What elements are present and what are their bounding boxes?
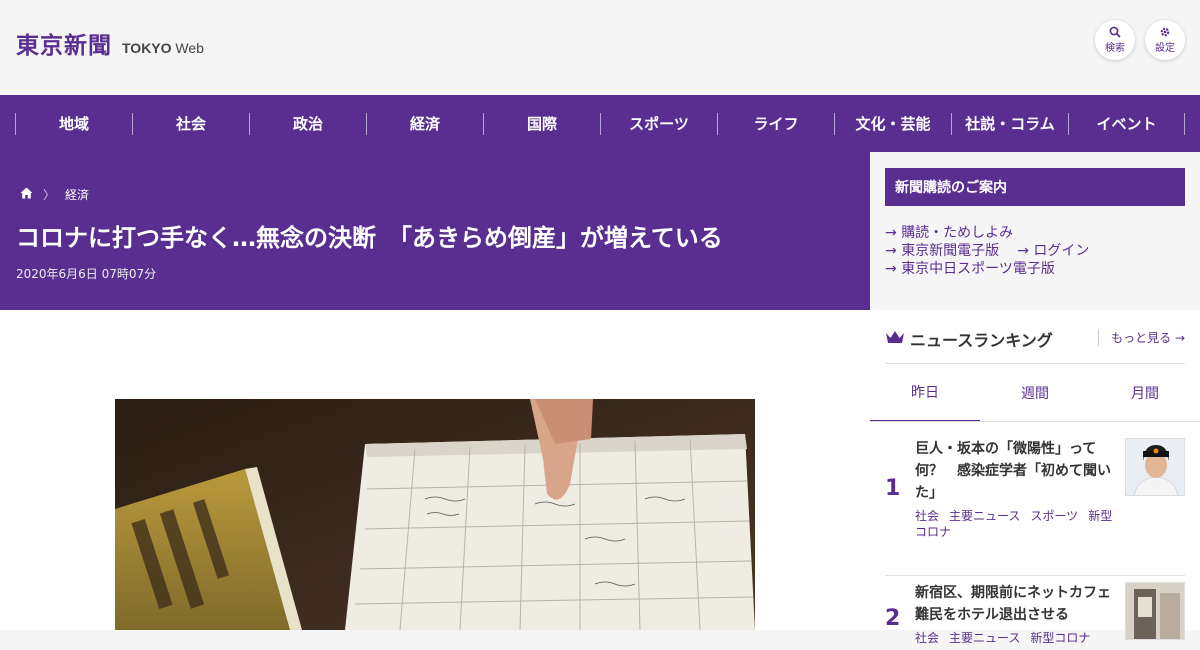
rank-title[interactable]: 巨人・坂本の「微陽性」って何？ 感染症学者「初めて聞いた」 <box>915 438 1115 504</box>
nav-item-seiji[interactable]: 政治 <box>249 112 366 135</box>
rank-number: 1 <box>885 476 901 501</box>
rank-tags: 社会 主要ニュース 新型コロナ <box>915 630 1115 646</box>
search-button[interactable]: 検索 <box>1095 20 1135 60</box>
link-digital-edition[interactable]: 東京新聞電子版 <box>901 243 999 259</box>
site-logo[interactable]: 東京新聞 TOKYO Web <box>16 26 204 60</box>
logo-sub-text: TOKYO Web <box>122 40 204 56</box>
settings-label: 設定 <box>1155 42 1175 54</box>
nav-item-shakai[interactable]: 社会 <box>132 112 249 135</box>
link-subscribe[interactable]: 購読・ためしよみ <box>901 225 1013 241</box>
link-chunichi-sports[interactable]: 東京中日スポーツ電子版 <box>901 261 1055 277</box>
more-link[interactable]: もっと見る → <box>1098 329 1185 346</box>
tag[interactable]: 主要ニュース <box>949 509 1020 523</box>
arrow-right-icon: → <box>1174 331 1185 345</box>
rank-tags: 社会 主要ニュース スポーツ 新型コロナ <box>915 508 1115 540</box>
article-date: 2020年6月6日 07時07分 <box>16 267 157 281</box>
crown-icon <box>885 329 905 349</box>
divider <box>885 575 1185 576</box>
site-header: 東京新聞 TOKYO Web 検索 設定 <box>0 0 1200 95</box>
sidebar: 新聞購読のご案内 → 購読・ためしよみ → 東京新聞電子版 → ログイン → 東京… <box>870 152 1200 645</box>
tag[interactable]: 社会 <box>915 631 939 645</box>
breadcrumb-category[interactable]: 経済 <box>65 186 89 203</box>
link-row-1: → 購読・ためしよみ <box>885 224 1089 242</box>
rank-number: 2 <box>885 606 901 631</box>
main-nav: 地域 社会 政治 経済 国際 スポーツ ライフ 文化・芸能 社説・コラム イベン… <box>0 95 1200 152</box>
settings-button[interactable]: 設定 <box>1145 20 1185 60</box>
article-body <box>0 310 870 630</box>
search-icon <box>1109 26 1121 41</box>
logo-main-text: 東京新聞 <box>16 32 112 59</box>
ranking-header: ニュースランキング もっと見る → <box>885 327 1185 351</box>
arrow-right-icon: → <box>885 225 897 241</box>
divider <box>870 421 1200 422</box>
breadcrumb: 〉 経済 <box>20 186 89 203</box>
tab-yesterday[interactable]: 昨日 <box>870 364 980 422</box>
subscribe-heading: 新聞購読のご案内 <box>885 168 1185 206</box>
link-row-3: → 東京中日スポーツ電子版 <box>885 260 1089 278</box>
nav-item-keizai[interactable]: 経済 <box>366 112 483 135</box>
logo-sub-bold: TOKYO <box>122 40 172 56</box>
tag[interactable]: 主要ニュース <box>949 631 1020 645</box>
nav-item-life[interactable]: ライフ <box>717 112 834 135</box>
logo-sub-web: Web <box>175 40 204 56</box>
link-row-2: → 東京新聞電子版 → ログイン <box>885 242 1089 260</box>
link-login[interactable]: ログイン <box>1033 243 1089 259</box>
rank-title[interactable]: 新宿区、期限前にネットカフェ難民をホテル退出させる <box>915 582 1115 626</box>
gear-icon <box>1159 26 1171 41</box>
more-label: もっと見る <box>1111 331 1172 345</box>
article-title: コロナに打つ手なく…無念の決断 「あきらめ倒産」が増えている <box>16 224 723 252</box>
rank-thumbnail[interactable] <box>1125 582 1185 640</box>
ranking-item[interactable]: 2 新宿区、期限前にネットカフェ難民をホテル退出させる 社会 主要ニュース 新型コロ… <box>885 582 1185 650</box>
nav-item-culture[interactable]: 文化・芸能 <box>834 112 951 135</box>
rank-thumbnail[interactable] <box>1125 438 1185 496</box>
search-label: 検索 <box>1105 42 1125 54</box>
ranking-item[interactable]: 1 巨人・坂本の「微陽性」って何？ 感染症学者「初めて聞いた」 社会 主要ニュース… <box>885 438 1185 568</box>
nav-item-event[interactable]: イベント <box>1068 112 1185 135</box>
arrow-right-icon: → <box>1017 243 1029 259</box>
ranking-tabs: 昨日 週間 月間 <box>870 364 1200 422</box>
nav-item-editorial[interactable]: 社説・コラム <box>951 112 1068 135</box>
ranking-title: ニュースランキング <box>910 331 1053 350</box>
tag[interactable]: 新型コロナ <box>1030 631 1090 645</box>
arrow-right-icon: → <box>885 261 897 277</box>
nav-item-sports[interactable]: スポーツ <box>600 112 717 135</box>
arrow-right-icon: → <box>885 243 897 259</box>
tab-monthly[interactable]: 月間 <box>1090 364 1200 422</box>
nav-item-kokusai[interactable]: 国際 <box>483 112 600 135</box>
subscribe-links: → 購読・ためしよみ → 東京新聞電子版 → ログイン → 東京中日スポーツ電子版 <box>885 224 1089 278</box>
article-photo <box>115 399 755 630</box>
home-icon[interactable] <box>20 187 33 203</box>
breadcrumb-separator-icon: 〉 <box>43 188 56 202</box>
tag[interactable]: スポーツ <box>1030 509 1078 523</box>
nav-item-chiiki[interactable]: 地域 <box>15 112 132 135</box>
ranking-panel: ニュースランキング もっと見る → 昨日 週間 月間 1 巨人・坂本の「微陽性」… <box>870 310 1200 645</box>
article-header: 〉 経済 コロナに打つ手なく…無念の決断 「あきらめ倒産」が増えている 2020… <box>0 152 870 310</box>
tag[interactable]: 社会 <box>915 509 939 523</box>
tab-weekly[interactable]: 週間 <box>980 364 1090 422</box>
